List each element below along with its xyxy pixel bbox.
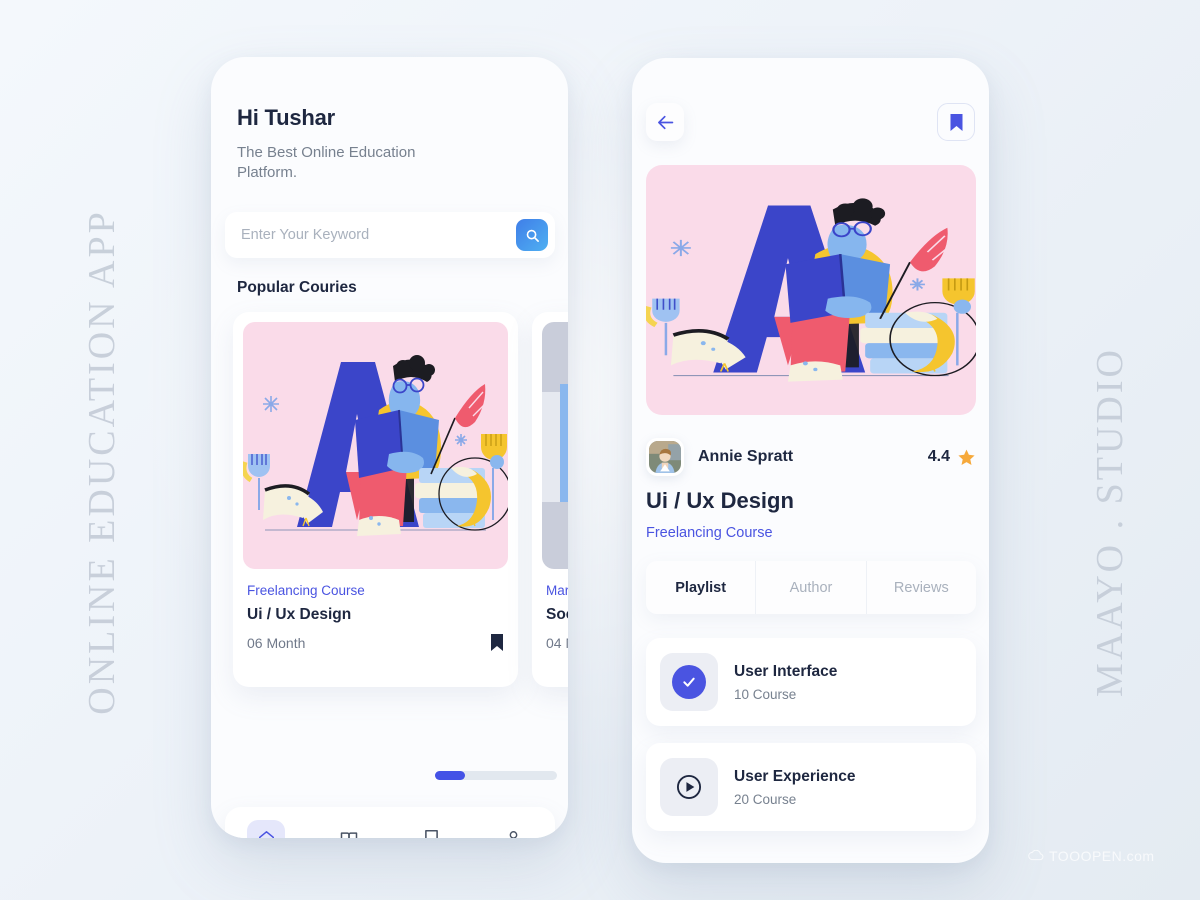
author-name: Annie Spratt [698, 448, 794, 465]
search-icon [526, 229, 539, 242]
course-card-body: Marketing Course Social Media 04 Month [542, 569, 568, 652]
check-circle-icon [672, 665, 706, 699]
lesson-text: User Experience 20 Course [734, 768, 856, 807]
tab-playlist[interactable]: Playlist [646, 561, 756, 614]
rating-value: 4.4 [927, 448, 950, 465]
bookmark-filled-icon [950, 113, 962, 131]
lesson-status[interactable] [660, 758, 718, 816]
search-button[interactable] [516, 219, 548, 251]
greeting-title: Hi Tushar [237, 105, 336, 130]
lesson-meta: 20 Course [734, 791, 797, 807]
course-category: Freelancing Course [646, 525, 773, 541]
course-hero-image [646, 165, 976, 415]
section-title-popular: Popular Couries [237, 279, 357, 296]
right-wordmark: MAAYO . STUDIO [1089, 347, 1131, 697]
bookmark-filled-icon[interactable] [490, 633, 504, 652]
illustration-letter-a-reader [646, 165, 976, 415]
tab-reviews[interactable]: Reviews [865, 561, 976, 614]
course-carousel[interactable]: Freelancing Course Ui / Ux Design 06 Mon… [225, 312, 568, 687]
check-icon [683, 677, 695, 687]
person-photo-icon [649, 441, 681, 473]
course-title: Ui / Ux Design [247, 606, 352, 623]
play-circle-icon [676, 774, 702, 800]
course-thumbnail [542, 322, 568, 569]
bottom-tabbar[interactable] [225, 807, 555, 838]
avatar [646, 438, 684, 476]
watermark-text: TOOOPEN.com [1049, 848, 1155, 864]
course-duration: 04 Month [546, 634, 568, 651]
cloud-icon [1028, 850, 1044, 861]
lesson-meta: 10 Course [734, 686, 797, 702]
detail-tabs[interactable]: Playlist Author Reviews [646, 561, 976, 614]
illustration-girl-presenting [542, 322, 568, 569]
avatar-photo [649, 441, 681, 473]
greeting-tagline: The Best Online Education Platform. [237, 144, 416, 181]
tab-author[interactable]: Author [755, 561, 866, 614]
search-input[interactable] [241, 227, 516, 243]
left-wordmark: ONLINE EDUCATION APP [81, 209, 123, 715]
course-duration: 06 Month [247, 634, 306, 651]
tab-library[interactable] [330, 820, 368, 838]
home-icon [258, 831, 274, 838]
carousel-scrollbar-thumb[interactable] [435, 771, 465, 780]
course-card-footer: 04 Month [546, 633, 568, 652]
phone-screen-detail: Annie Spratt 4.4 Ui / Ux Design Freelanc… [632, 58, 989, 863]
arrow-left-icon [657, 115, 673, 129]
tab-profile[interactable] [495, 820, 533, 838]
watermark: TOOOPEN.com [1028, 848, 1155, 864]
rating: 4.4 [928, 448, 976, 467]
background-glow [0, 0, 1200, 900]
illustration-letter-a-reader [243, 322, 508, 569]
carousel-scrollbar[interactable] [435, 771, 557, 780]
bookmark-button[interactable] [937, 103, 975, 141]
course-title: Social Media [546, 606, 568, 623]
lesson-status[interactable] [660, 653, 718, 711]
course-card-body: Freelancing Course Ui / Ux Design 06 Mon… [243, 569, 508, 652]
author-row: Annie Spratt 4.4 [646, 438, 976, 476]
course-category: Marketing Course [546, 583, 568, 598]
back-button[interactable] [646, 103, 684, 141]
list-item[interactable]: User Experience 20 Course [646, 743, 976, 831]
tab-home[interactable] [247, 819, 286, 838]
course-card[interactable]: Marketing Course Social Media 04 Month [532, 312, 568, 687]
person-icon [509, 831, 518, 838]
book-icon [340, 831, 357, 838]
course-title: Ui / Ux Design [646, 488, 794, 513]
greeting-block: Hi Tushar The Best Online Education Plat… [237, 105, 467, 183]
phone-screen-home: Hi Tushar The Best Online Education Plat… [211, 57, 568, 838]
bookmark-outline-icon [424, 829, 438, 838]
course-category: Freelancing Course [247, 583, 365, 598]
lesson-name: User Interface [734, 662, 838, 680]
list-item[interactable]: User Interface 10 Course [646, 638, 976, 726]
course-card-footer: 06 Month [247, 633, 504, 652]
star-filled-icon [958, 449, 975, 465]
search-bar[interactable] [225, 212, 555, 258]
course-card[interactable]: Freelancing Course Ui / Ux Design 06 Mon… [233, 312, 518, 687]
lesson-name: User Experience [734, 767, 856, 785]
course-thumbnail [243, 322, 508, 569]
lesson-text: User Interface 10 Course [734, 663, 837, 702]
tab-saved[interactable] [412, 820, 450, 838]
